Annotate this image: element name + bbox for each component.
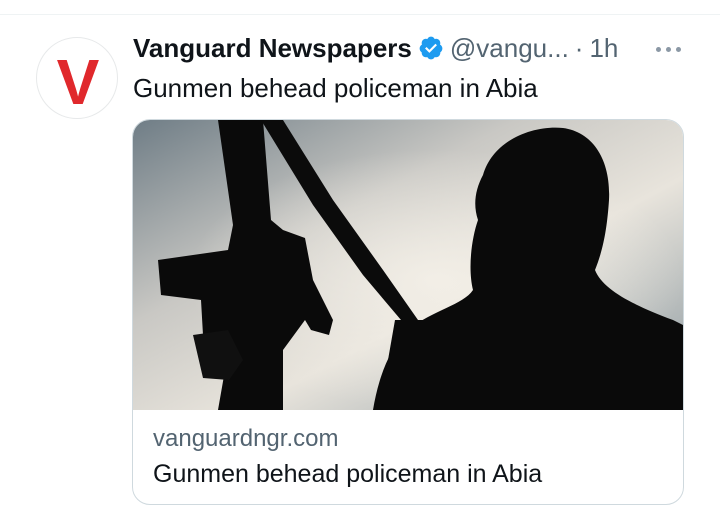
tweet-header: Vanguard Newspapers @vangu... · 1h	[133, 28, 693, 68]
tweet-text: Gunmen behead policeman in Abia	[133, 73, 538, 103]
display-name[interactable]: Vanguard Newspapers	[133, 33, 412, 64]
card-image[interactable]	[133, 120, 683, 410]
timestamp[interactable]: 1h	[589, 33, 618, 64]
separator-dot: ·	[574, 32, 584, 63]
verified-badge-icon[interactable]	[418, 35, 444, 61]
avatar[interactable]: V	[36, 37, 118, 119]
handle[interactable]: @vangu...	[450, 33, 569, 64]
card-title[interactable]: Gunmen behead policeman in Abia	[153, 460, 542, 489]
vanguard-logo-icon: V	[57, 46, 100, 118]
more-options-icon[interactable]	[648, 34, 688, 64]
top-divider	[0, 14, 720, 15]
card-domain[interactable]: vanguardngr.com	[153, 425, 338, 453]
svg-text:V: V	[57, 46, 100, 118]
link-card[interactable]: vanguardngr.com Gunmen behead policeman …	[132, 119, 684, 505]
